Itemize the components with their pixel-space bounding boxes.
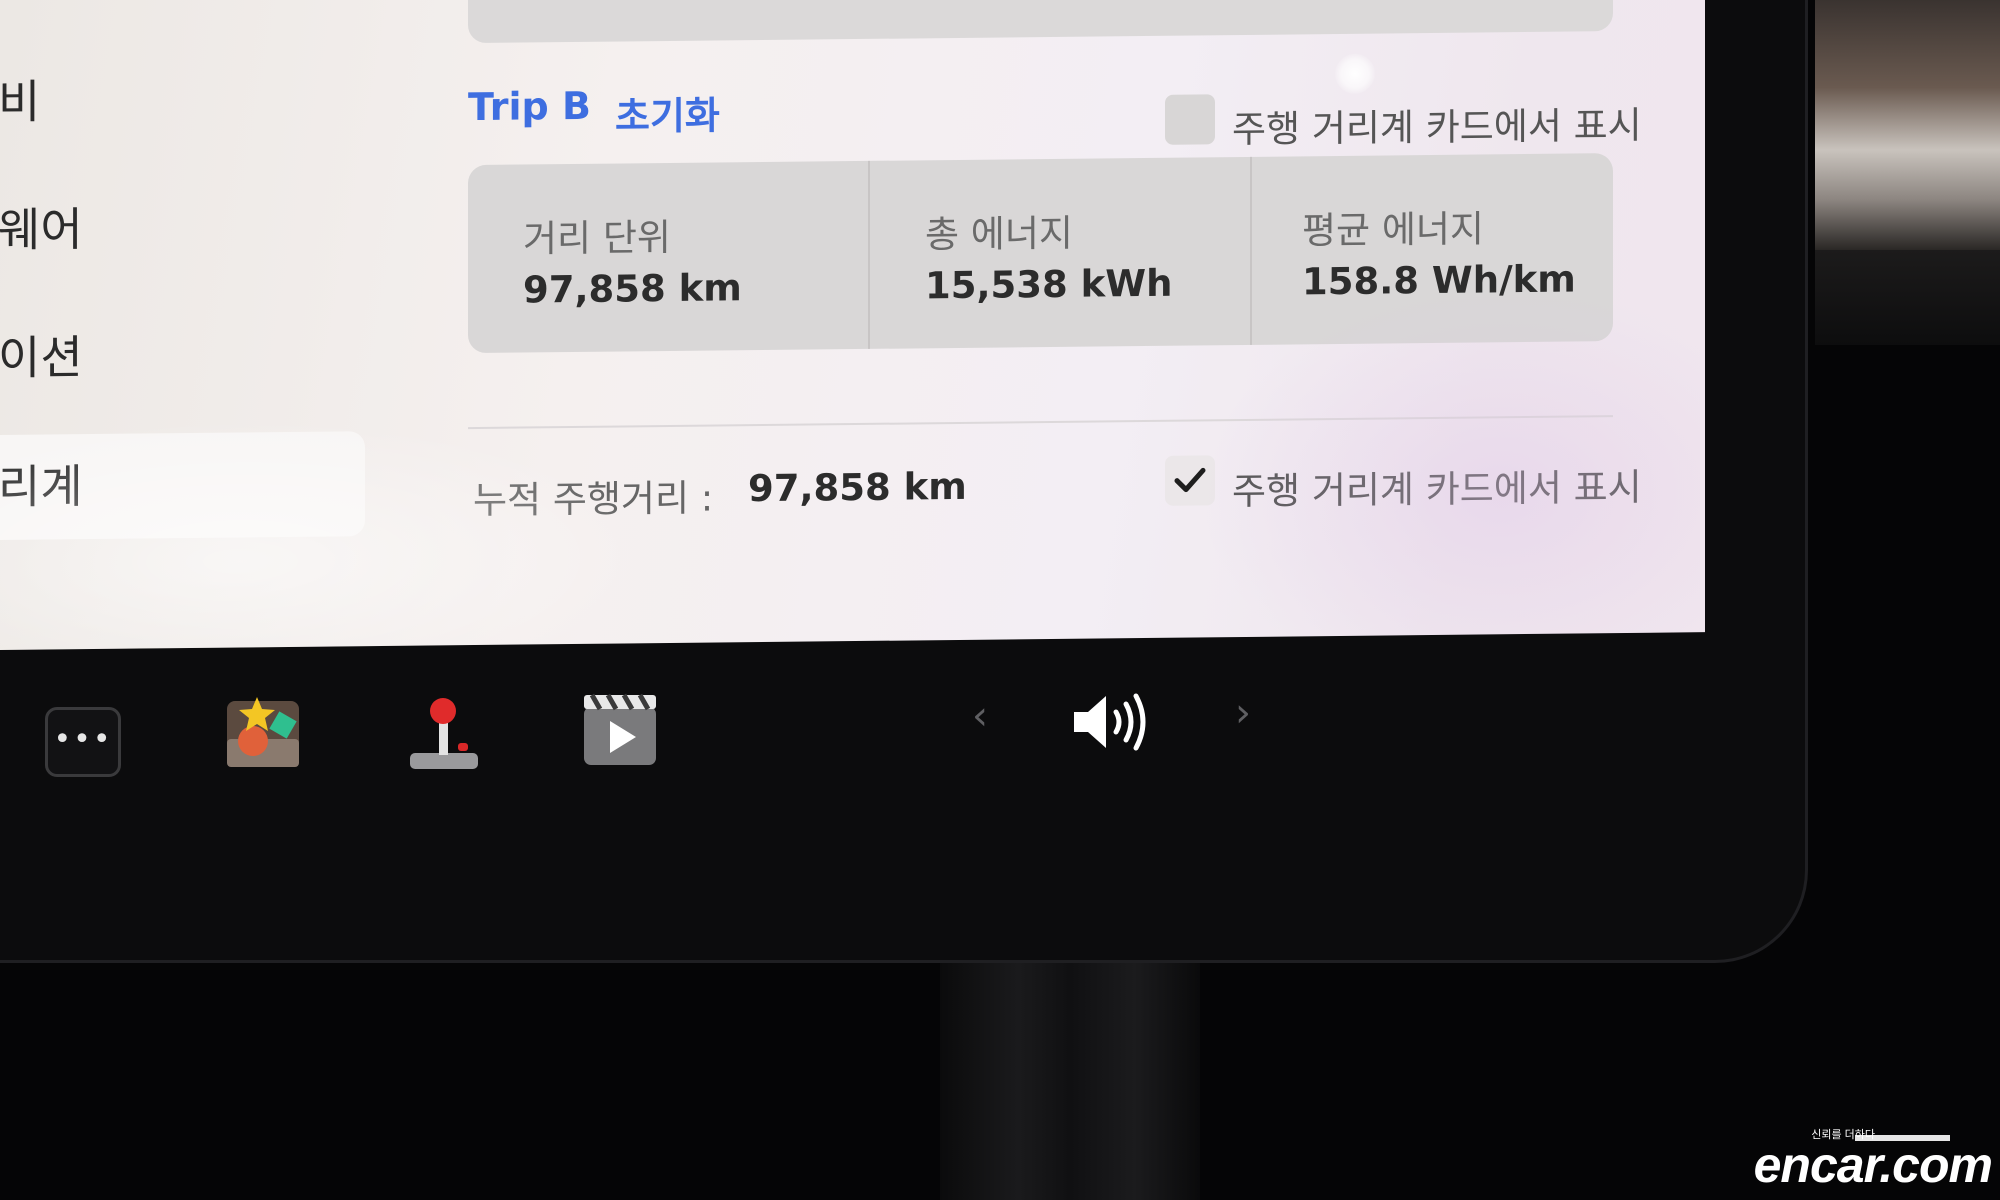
sidebar-item-1[interactable]: 비: [0, 48, 365, 152]
volume-icon[interactable]: [1070, 688, 1150, 756]
section-divider: [468, 415, 1613, 430]
light-reflection: [1335, 53, 1375, 95]
trip-b-title: Trip B: [468, 83, 591, 130]
car-interior-background: [1815, 0, 2000, 250]
toybox-icon[interactable]: [225, 695, 303, 773]
trip-b-show-on-card-label: 주행 거리계 카드에서 표시: [1232, 103, 1642, 152]
sidebar-item-label: 이션: [0, 330, 83, 386]
car-interior-trim: [1815, 250, 2000, 345]
encar-watermark-logo: encar.com: [1753, 1137, 1993, 1193]
odometer-show-on-card-label: 주행 거리계 카드에서 표시: [1232, 465, 1642, 514]
sidebar-item-label: 웨어: [0, 202, 83, 258]
touchscreen: 비 웨어 이션 리계 Trip B 초기화 주행 거리계 카드에서 표시 거리 …: [0, 0, 1705, 650]
stat-label: 평균 에너지: [1302, 207, 1484, 253]
screen-mount: [940, 960, 1200, 1200]
stat-label: 거리 단위: [523, 215, 671, 261]
stat-distance: 거리 단위 97,858 km: [468, 161, 868, 353]
trip-a-stats-card: [468, 0, 1613, 44]
odometer-value: 97,858 km: [748, 464, 967, 511]
odometer-label: 누적 주행거리 :: [473, 476, 714, 523]
arcade-joystick-icon[interactable]: [406, 695, 482, 775]
sidebar-item-label: 비: [0, 74, 41, 130]
stat-value: 15,538 kWh: [925, 261, 1173, 308]
sidebar-item-navigation[interactable]: 이션: [0, 304, 365, 408]
trip-b-stats-card: 거리 단위 97,858 km 총 에너지 15,538 kWh 평균 에너지 …: [468, 153, 1613, 354]
theater-icon[interactable]: [582, 693, 658, 767]
stat-value: 97,858 km: [523, 266, 742, 312]
sidebar-item-software[interactable]: 웨어: [0, 176, 365, 280]
trip-b-show-on-card-checkbox[interactable]: [1165, 94, 1215, 145]
odometer-show-on-card-checkbox[interactable]: [1165, 455, 1215, 506]
prev-arrow-icon[interactable]: ‹: [972, 693, 988, 739]
checkmark-icon: [1174, 467, 1206, 493]
stat-average-energy: 평균 에너지 158.8 Wh/km: [1252, 153, 1612, 345]
more-icon[interactable]: •••: [45, 707, 121, 777]
stat-label: 총 에너지: [925, 211, 1073, 257]
sidebar-item-label: 리계: [0, 459, 83, 515]
stat-value: 158.8 Wh/km: [1302, 257, 1576, 304]
trip-b-reset-link[interactable]: 초기화: [615, 84, 720, 140]
stat-total-energy: 총 에너지 15,538 kWh: [870, 157, 1250, 349]
next-arrow-icon[interactable]: ›: [1235, 690, 1251, 736]
sidebar-item-odometer[interactable]: 리계: [0, 431, 365, 540]
